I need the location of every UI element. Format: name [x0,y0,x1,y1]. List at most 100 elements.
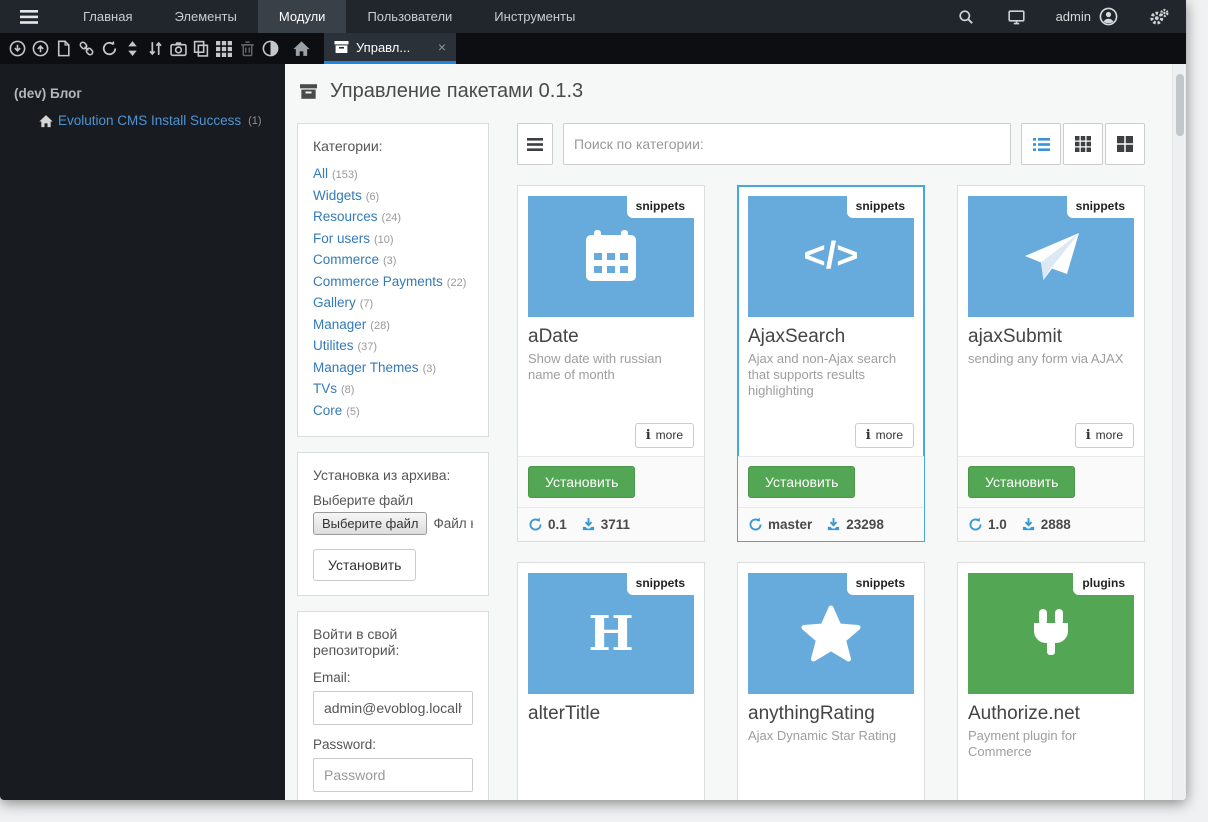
tab-package-manager[interactable]: Управл... × [324,33,456,64]
category-link[interactable]: Gallery [313,295,356,310]
view-list-button[interactable] [1021,123,1061,165]
category-link[interactable]: Core [313,403,342,418]
category-menu-button[interactable] [517,123,553,165]
nav-item-elements[interactable]: Элементы [153,0,257,33]
package-version: master [768,517,813,532]
tree-item-install-success[interactable]: Evolution CMS Install Success (1) [38,113,285,128]
category-item: Utilites (37) [313,336,473,358]
package-category-badge: snippets [1066,196,1134,218]
app-window: Главная Элементы Модули Пользователи Инс… [0,0,1186,800]
category-link[interactable]: Utilites [313,338,354,353]
password-field[interactable] [313,758,473,792]
category-link[interactable]: TVs [313,381,337,396]
email-label: Email: [313,670,351,685]
action-toolbar: Управл... × [0,33,1186,64]
file-status-text: Файл не выбран [433,516,473,531]
archive-box-icon [300,84,317,99]
category-count: (3) [422,362,437,375]
category-count: (5) [346,405,360,418]
install-button[interactable]: Установить [528,466,636,498]
menu-toggle-button[interactable] [0,0,62,33]
link-icon[interactable] [77,40,95,58]
sort-icon[interactable] [146,40,164,58]
new-document-icon[interactable] [54,40,72,58]
package-title: anythingRating [748,703,875,724]
more-button[interactable]: i more [1074,423,1134,448]
home-icon [39,114,53,127]
star-icon [801,605,861,661]
package-card-anythingrating[interactable]: snippets anythingRating Ajax Dynamic Sta… [737,562,925,800]
resource-tree-sidebar: (dev) Блог Evolution CMS Install Success… [0,64,285,800]
home-icon [293,41,310,56]
trash-icon[interactable] [238,40,256,58]
category-item: Resources (24) [313,207,473,229]
more-button[interactable]: i more [854,423,914,448]
camera-icon[interactable] [169,40,187,58]
choose-file-button[interactable]: Выберите файл [313,512,428,535]
category-link[interactable]: Commerce [313,252,379,267]
downloads-icon [828,517,840,531]
scrollbar-thumb[interactable] [1176,74,1184,136]
nav-item-tools[interactable]: Инструменты [473,0,596,33]
category-link[interactable]: Widgets [313,188,362,203]
content-scrollbar[interactable] [1172,64,1186,800]
view-grid-small-button[interactable] [1063,123,1103,165]
package-banner: snippets [528,196,694,317]
category-link[interactable]: Resources [313,209,378,224]
package-card-authorizenet[interactable]: plugins Authorize.net Payment plugin for… [957,562,1145,800]
install-button[interactable]: Установить [968,466,1076,498]
view-grid-large-button[interactable] [1105,123,1145,165]
nav-item-home[interactable]: Главная [62,0,153,33]
package-category-badge: snippets [846,196,914,218]
package-card-ajaxsearch[interactable]: snippets </> AjaxSearch Ajax and non-Aja… [737,185,925,542]
settings-button[interactable] [1132,0,1186,33]
category-link[interactable]: Manager Themes [313,360,419,375]
package-description: Payment plugin for Commerce [968,728,1077,759]
category-link[interactable]: Manager [313,317,366,332]
tab-close-icon[interactable]: × [438,40,446,54]
user-menu[interactable]: admin [1042,7,1132,26]
home-tab-button[interactable] [292,33,311,64]
page-title-text: Управление пакетами 0.1.3 [330,80,584,102]
contrast-icon[interactable] [261,40,279,58]
tree-item-label: Evolution CMS Install Success [58,113,242,128]
email-field[interactable] [313,691,473,725]
nav-item-modules[interactable]: Модули [257,0,347,33]
search-button[interactable] [941,0,991,33]
package-version: 0.1 [548,517,567,532]
install-button[interactable]: Установить [748,466,856,498]
gears-icon [1150,8,1169,25]
upload-circle-icon[interactable] [31,40,49,58]
calendar-icon [586,229,636,281]
package-version: 1.0 [988,517,1007,532]
expand-vertical-icon[interactable] [123,40,141,58]
archive-install-panel: Установка из архива: Выберите файл Выбер… [297,452,489,596]
search-input[interactable] [563,123,1011,165]
refresh-icon[interactable] [100,40,118,58]
password-label: Password: [313,737,377,752]
hamburger-icon [20,9,38,24]
archive-install-button[interactable]: Установить [313,549,417,581]
more-button[interactable]: i more [634,423,694,448]
download-circle-icon[interactable] [8,40,26,58]
grid-icon[interactable] [215,40,233,58]
category-count: (8) [341,384,355,396]
category-link[interactable]: For users [313,231,370,246]
package-grid: snippets aDate Show date with russian na… [517,185,1145,800]
categories-list: All (153) Widgets (6) Resources (24) For us… [313,164,473,422]
category-link[interactable]: Commerce Payments [313,274,443,289]
category-count: (153) [332,169,358,181]
package-card-adate[interactable]: snippets aDate Show date with russian na… [517,185,705,542]
site-name: (dev) Блог [14,86,82,101]
category-item: TVs (8) [313,379,473,401]
package-card-ajaxsubmit[interactable]: snippets ajaxSubmit sending any form via… [957,185,1145,542]
info-icon: i [1085,428,1091,443]
package-card-altertitle[interactable]: snippets H alterTitle imore Установить [517,562,705,800]
plug-icon [1034,608,1068,655]
nav-item-users[interactable]: Пользователи [346,0,473,33]
preview-site-button[interactable] [991,0,1042,33]
package-category-badge: snippets [626,196,694,218]
category-link[interactable]: All [313,166,328,181]
duplicate-icon[interactable] [192,40,210,58]
paper-plane-icon [1025,232,1079,280]
